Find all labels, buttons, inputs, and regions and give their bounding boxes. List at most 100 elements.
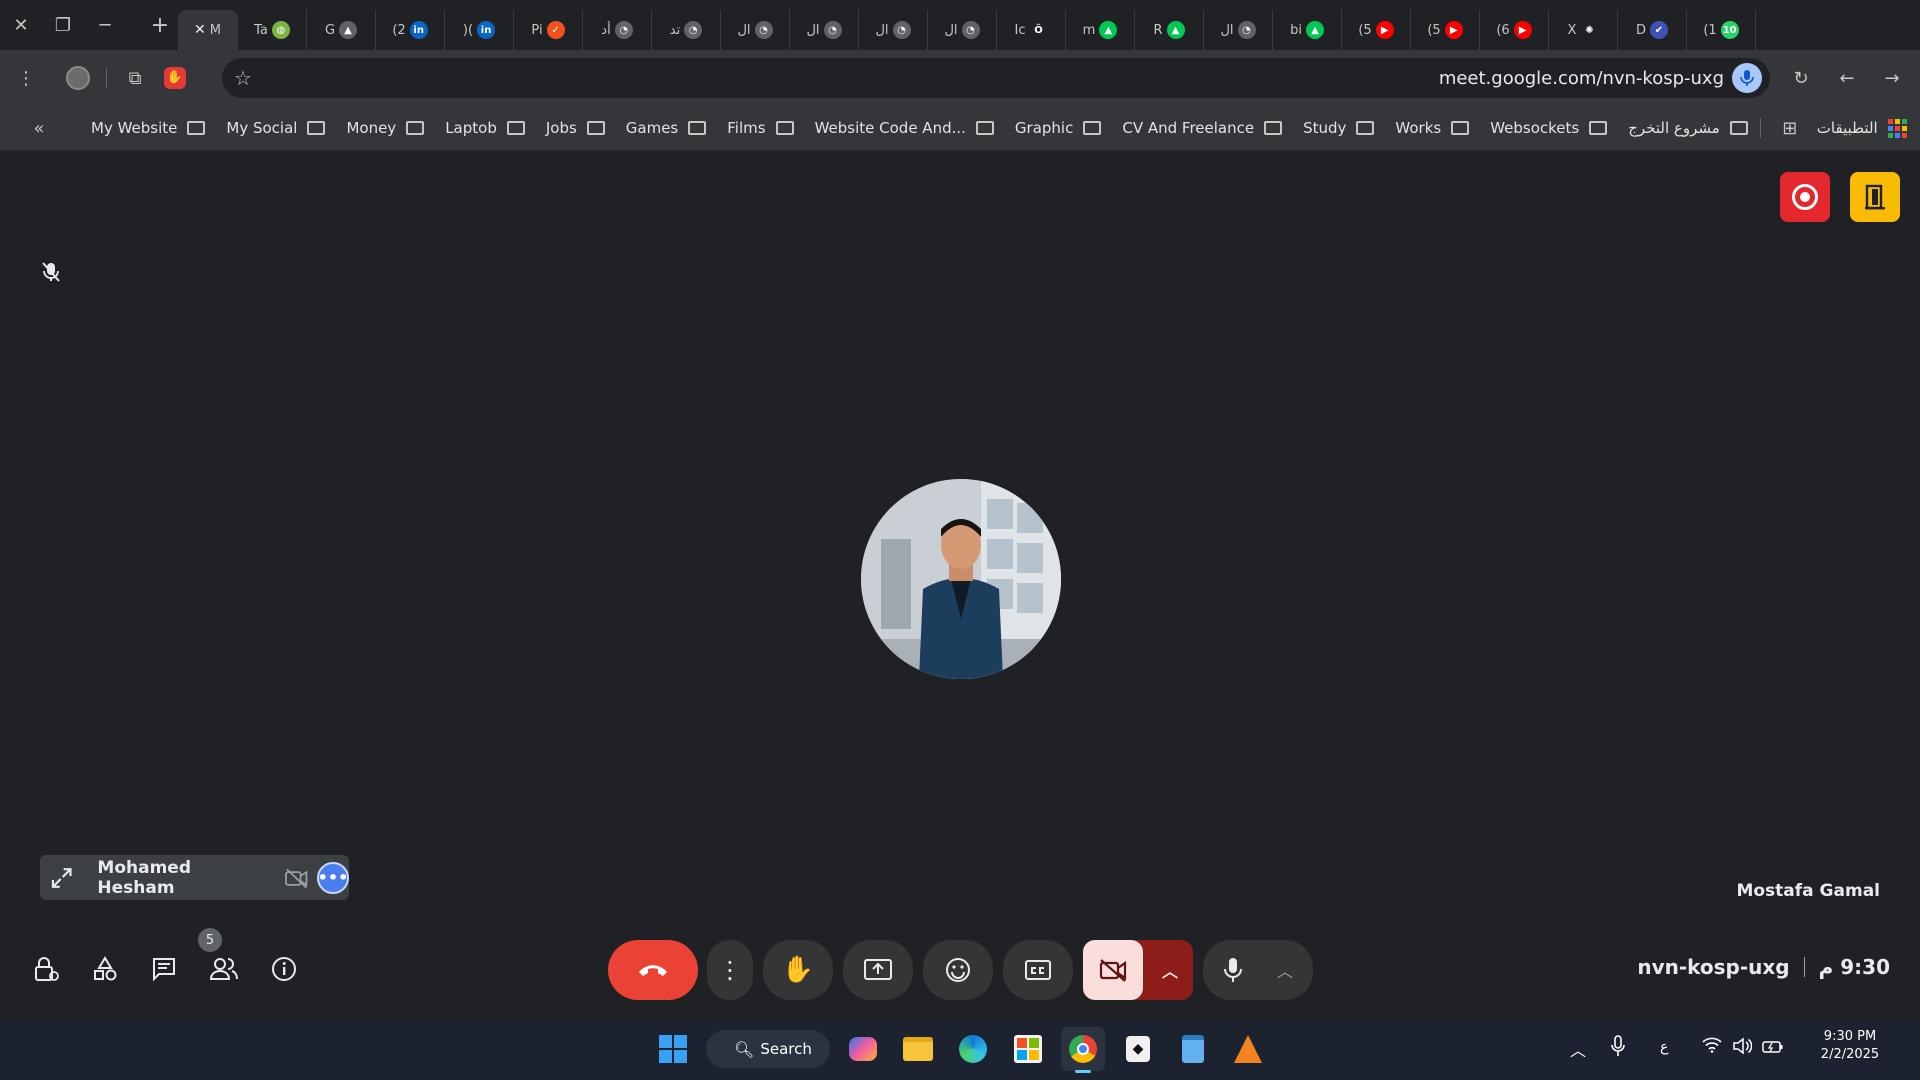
battery-icon[interactable] (1762, 1039, 1784, 1058)
tab-item[interactable]: )(in (445, 10, 514, 50)
tab-favicon-icon: 10 (1720, 21, 1739, 39)
close-tab-icon[interactable]: ✕ (194, 22, 206, 38)
start-button[interactable] (651, 1027, 695, 1071)
bookmark-label: My Website (91, 119, 178, 137)
minimize-window-button[interactable]: ─ (84, 0, 126, 50)
chrome-app[interactable] (1061, 1027, 1105, 1073)
mic-icon (1224, 958, 1242, 982)
apps-label[interactable]: التطبيقات (1817, 119, 1878, 137)
reload-button[interactable]: ↻ (1781, 58, 1821, 98)
bookmark-folder[interactable]: Games (626, 119, 707, 137)
bookmark-folder[interactable]: Laptob (445, 119, 525, 137)
vlc-app[interactable] (1226, 1027, 1270, 1071)
bookmark-folder[interactable]: My Website (91, 119, 206, 137)
tab-item[interactable]: ال ◔ (859, 10, 928, 50)
tab-item[interactable]: أد ◔ (583, 10, 652, 50)
captions-button[interactable] (1003, 940, 1073, 1000)
bookmark-folder[interactable]: Money (346, 119, 425, 137)
bookmark-folder[interactable]: Films (727, 119, 794, 137)
expand-icon[interactable] (50, 866, 73, 890)
tab-item[interactable]: (1 10 (1687, 10, 1756, 50)
tab-item[interactable]: (5 ▶ (1342, 10, 1411, 50)
tab-active-meet[interactable]: ✕ M (178, 10, 238, 50)
forward-button[interactable]: → (1872, 58, 1912, 98)
tab-item[interactable]: ال ◔ (1204, 10, 1273, 50)
epic-app[interactable]: ◆ (1116, 1027, 1160, 1071)
chat-button[interactable] (144, 949, 184, 989)
people-button[interactable] (204, 949, 244, 989)
tab-item[interactable]: Ta ◍ (238, 10, 307, 50)
close-window-button[interactable]: ✕ (0, 0, 42, 50)
tab-item[interactable]: D ✔ (1618, 10, 1687, 50)
system-clock[interactable]: 9:30 PM 2/2/2025 (1800, 1029, 1900, 1062)
grid-icon: ⊞ (1782, 117, 1798, 139)
self-view-tile[interactable]: Mohamed Hesham ••• (40, 855, 349, 900)
recording-indicator-button[interactable] (1780, 172, 1830, 222)
host-controls-button[interactable] (26, 949, 66, 989)
menu-button[interactable]: ⋮ (6, 58, 46, 98)
tab-item[interactable]: R ▲ (1135, 10, 1204, 50)
bookmark-folder[interactable]: My Social (226, 119, 326, 137)
file-explorer-app[interactable] (896, 1027, 940, 1071)
copilot-app[interactable] (841, 1027, 885, 1071)
url-text[interactable]: meet.google.com/nvn-kosp-uxg (1439, 68, 1724, 89)
taskbar-search[interactable]: 🔍︎ Search (706, 1030, 830, 1068)
puzzle-icon: ⧉ (128, 67, 142, 89)
tab-item[interactable]: bi ▲ (1273, 10, 1342, 50)
mic-options-button[interactable]: ︿ (1263, 940, 1307, 1000)
tab-item[interactable]: (2 in (376, 10, 445, 50)
tab-item[interactable]: ال ◔ (790, 10, 859, 50)
tab-item[interactable]: ال ◔ (928, 10, 997, 50)
store-app[interactable] (1006, 1027, 1050, 1071)
bookmark-star-icon[interactable]: ☆ (234, 66, 252, 90)
tab-item[interactable]: G ▲ (307, 10, 376, 50)
extensions-button[interactable]: ⧉ (115, 58, 155, 98)
edge-app[interactable] (951, 1027, 995, 1071)
tab-item[interactable]: (6 ▶ (1480, 10, 1549, 50)
tab-item[interactable]: Ic Ô (997, 10, 1066, 50)
back-button[interactable]: ← (1827, 58, 1867, 98)
bookmark-folder[interactable]: Graphic (1015, 119, 1102, 137)
wifi-icon[interactable] (1702, 1037, 1722, 1057)
bookmark-folder[interactable]: Jobs (546, 119, 605, 137)
mic-in-use-icon[interactable] (1610, 1035, 1626, 1062)
camera-options-button[interactable]: ︿ (1148, 940, 1192, 1000)
present-screen-button[interactable] (843, 940, 913, 1000)
profile-button[interactable] (58, 58, 98, 98)
restore-window-button[interactable]: ❐ (42, 0, 84, 50)
apps-grid-icon[interactable] (1887, 118, 1907, 138)
tab-item[interactable]: X ✺ (1549, 10, 1618, 50)
bookmark-folder[interactable]: Study (1303, 119, 1375, 137)
bookmarks-overflow-button[interactable]: « (24, 108, 54, 148)
bookmark-folder[interactable]: Works (1395, 119, 1470, 137)
bookmark-folder[interactable]: مشروع التخرج (1628, 119, 1748, 137)
self-more-options-button[interactable]: ••• (317, 861, 349, 894)
input-language[interactable]: ع (1660, 1039, 1668, 1055)
reactions-button[interactable] (923, 940, 993, 1000)
tab-item[interactable]: تد ◔ (652, 10, 721, 50)
bookmark-folder[interactable]: Website Code And... (815, 119, 994, 137)
tab-item[interactable]: Pi ✓ (514, 10, 583, 50)
show-hidden-icons-button[interactable]: ︿ (1570, 1037, 1586, 1061)
bookmark-folder[interactable]: Websockets (1490, 119, 1608, 137)
activities-button[interactable] (85, 949, 125, 989)
bookmark-list: My Website My Social Money Laptob Jobs Games F… (70, 119, 1748, 137)
breakout-rooms-button[interactable] (1850, 172, 1900, 222)
volume-icon[interactable] (1732, 1037, 1753, 1059)
voice-search-button[interactable] (1732, 63, 1762, 93)
raise-hand-button[interactable]: ✋ (763, 940, 833, 1000)
mic-toggle-button[interactable] (1203, 940, 1263, 1000)
tab-groups-button[interactable]: ⊞ (1775, 108, 1805, 148)
tab-item[interactable]: (5 ▶ (1411, 10, 1480, 50)
camera-toggle-button[interactable] (1083, 940, 1143, 1000)
extension-red-button[interactable]: ✋ (155, 58, 195, 98)
tab-item[interactable]: m ▲ (1066, 10, 1135, 50)
leave-call-button[interactable] (608, 940, 698, 1000)
meeting-details-button[interactable] (264, 949, 304, 989)
new-tab-button[interactable]: + (142, 0, 178, 50)
bookmark-folder[interactable]: CV And Freelance (1122, 119, 1283, 137)
notepad-app[interactable] (1171, 1027, 1215, 1071)
more-options-button[interactable]: ⋮ (707, 940, 753, 1000)
tab-item[interactable]: ال ◔ (721, 10, 790, 50)
address-bar[interactable]: ☆ meet.google.com/nvn-kosp-uxg (222, 58, 1770, 98)
